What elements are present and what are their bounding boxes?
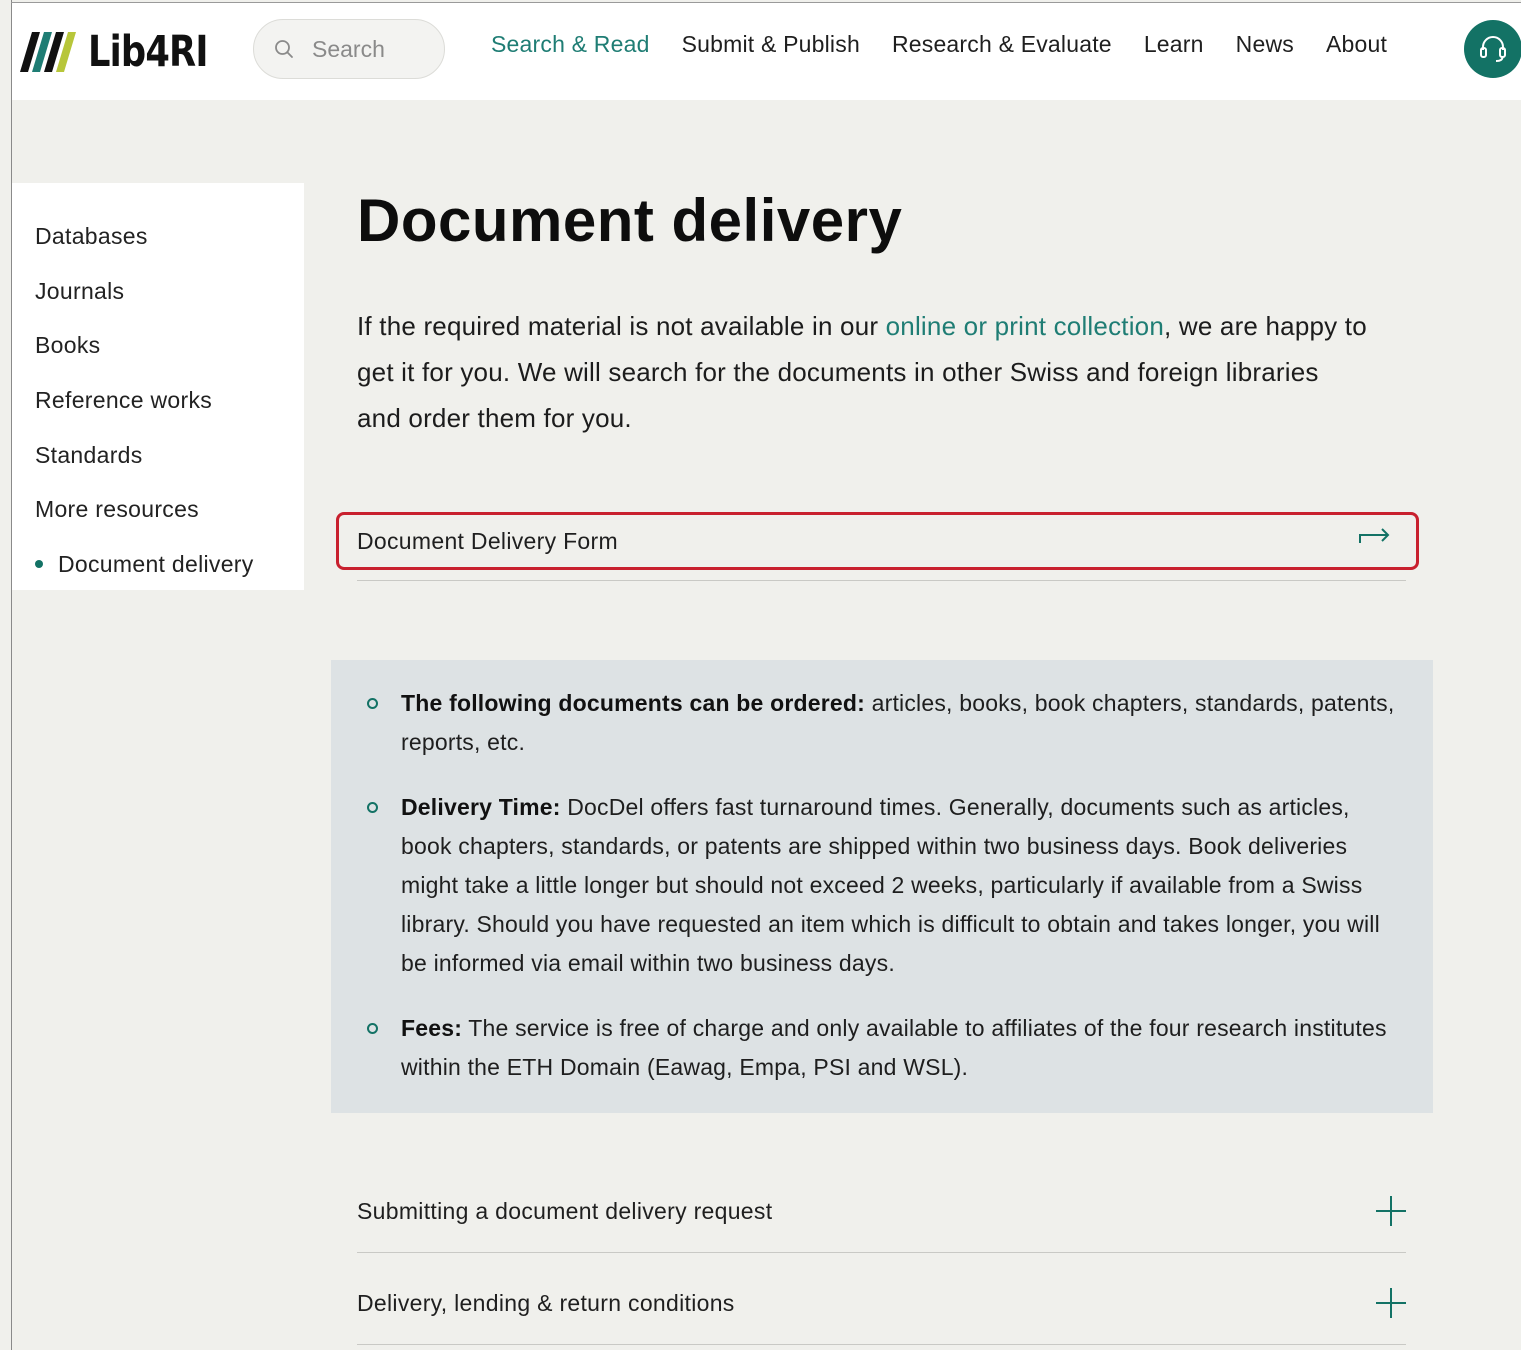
plus-icon[interactable] (1376, 1196, 1406, 1226)
info-item-delivery-time: Delivery Time: DocDel offers fast turnar… (365, 788, 1401, 983)
search-icon (275, 40, 293, 58)
document-delivery-form-link[interactable]: Document Delivery Form (336, 512, 1419, 570)
nav-item-research-evaluate[interactable]: Research & Evaluate (892, 31, 1112, 58)
sidebar-item-label: Reference works (35, 386, 213, 413)
info-box: The following documents can be ordered: … (331, 660, 1433, 1113)
circle-bullet-icon (367, 698, 378, 709)
circle-bullet-icon (367, 802, 378, 813)
sidebar-item-label: Journals (35, 277, 125, 304)
sidebar-item-label: Databases (35, 222, 148, 249)
info-heading: Fees: (401, 1015, 463, 1041)
info-item-fees: Fees: The service is free of charge and … (365, 1009, 1401, 1087)
accordion-label: Delivery, lending & return conditions (357, 1289, 735, 1316)
section-sidebar: Databases Journals Books Reference works… (12, 183, 304, 590)
circle-bullet-icon (367, 1023, 378, 1034)
info-item-documents: The following documents can be ordered: … (365, 684, 1401, 762)
form-link-label: Document Delivery Form (357, 527, 618, 554)
info-text: DocDel offers fast turnaround times. Gen… (401, 794, 1380, 976)
nav-item-submit-publish[interactable]: Submit & Publish (682, 31, 860, 58)
nav-item-learn[interactable]: Learn (1144, 31, 1204, 58)
sidebar-item-journals[interactable]: Journals (12, 264, 304, 319)
form-link-divider (357, 580, 1406, 581)
nav-item-about[interactable]: About (1326, 31, 1387, 58)
main-nav: Search & Read Submit & Publish Research … (491, 31, 1419, 58)
accordion-divider (357, 1252, 1406, 1253)
sidebar-item-standards[interactable]: Standards (12, 428, 304, 483)
sidebar-item-databases[interactable]: Databases (12, 209, 304, 264)
arrow-right-icon (1359, 528, 1390, 543)
sidebar-item-more-resources[interactable]: More resources (12, 482, 304, 537)
accordion-label: Submitting a document delivery request (357, 1197, 773, 1224)
info-heading: The following documents can be ordered: (401, 690, 866, 716)
logo-text: Lib4RI (88, 27, 209, 77)
search-input[interactable] (312, 35, 442, 63)
plus-icon[interactable] (1376, 1288, 1406, 1318)
sidebar-item-label: Books (35, 332, 101, 359)
site-logo[interactable]: Lib4RI (18, 27, 234, 77)
intro-paragraph: If the required material is not availabl… (357, 303, 1367, 441)
page-title: Document delivery (357, 187, 903, 254)
headset-icon (1480, 36, 1506, 62)
nav-item-search-read[interactable]: Search & Read (491, 31, 650, 58)
help-button[interactable] (1464, 20, 1521, 78)
info-text: The service is free of charge and only a… (401, 1015, 1387, 1080)
current-page-dot (35, 560, 43, 569)
intro-text-start: If the required material is not availabl… (357, 311, 886, 341)
accordion-submitting-request[interactable]: Submitting a document delivery request (357, 1186, 1406, 1236)
search-box[interactable] (253, 19, 445, 79)
accordion-delivery-conditions[interactable]: Delivery, lending & return conditions (357, 1278, 1406, 1328)
logo-mark-icon (20, 32, 76, 72)
collection-link[interactable]: online or print collection (886, 311, 1164, 341)
accordion-divider (357, 1344, 1406, 1345)
sidebar-item-reference-works[interactable]: Reference works (12, 373, 304, 428)
sidebar-item-label: Standards (35, 441, 143, 468)
sidebar-item-books[interactable]: Books (12, 318, 304, 373)
site-header: Lib4RI Search & Read Submit & Publish Re… (12, 3, 1521, 100)
info-heading: Delivery Time: (401, 794, 561, 820)
sidebar-item-label: Document delivery (58, 550, 254, 577)
sidebar-item-label: More resources (35, 496, 199, 523)
nav-item-news[interactable]: News (1236, 31, 1294, 58)
sidebar-item-document-delivery[interactable]: Document delivery (12, 537, 304, 592)
